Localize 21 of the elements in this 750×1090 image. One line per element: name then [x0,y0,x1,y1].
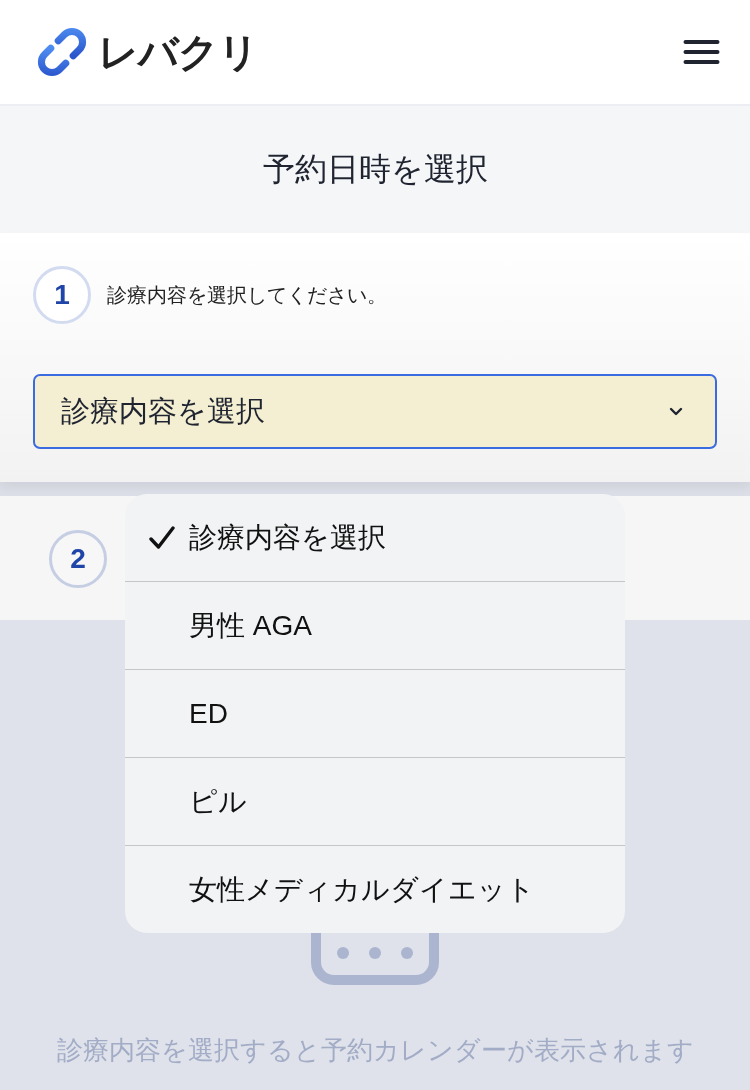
dropdown-option[interactable]: 男性 AGA [125,581,625,669]
option-label: ED [189,697,228,730]
page-title: 予約日時を選択 [262,149,488,189]
option-label: 男性 AGA [189,608,312,643]
step-instruction: 診療内容を選択してください。 [107,282,387,308]
step-number: 2 [49,530,107,588]
option-label: ピル [189,784,247,819]
chevron-down-icon [669,407,683,416]
option-label: 女性メディカルダイエット [189,872,535,907]
step-number: 1 [33,266,91,324]
logo-text: レバクリ [98,32,258,72]
menu-button[interactable] [683,39,720,65]
treatment-select[interactable]: 診療内容を選択 [33,374,717,449]
option-label: 診療内容を選択 [189,520,386,555]
dropdown-option[interactable]: ピル [125,757,625,845]
calendar-hint: 診療内容を選択すると予約カレンダーが表示されます [56,1034,694,1067]
dropdown-option[interactable]: 診療内容を選択 [125,494,625,581]
checkmark-icon [149,525,175,550]
menu-icon [683,39,720,65]
dropdown-option[interactable]: 女性メディカルダイエット [125,845,625,933]
dropdown-option[interactable]: ED [125,669,625,757]
